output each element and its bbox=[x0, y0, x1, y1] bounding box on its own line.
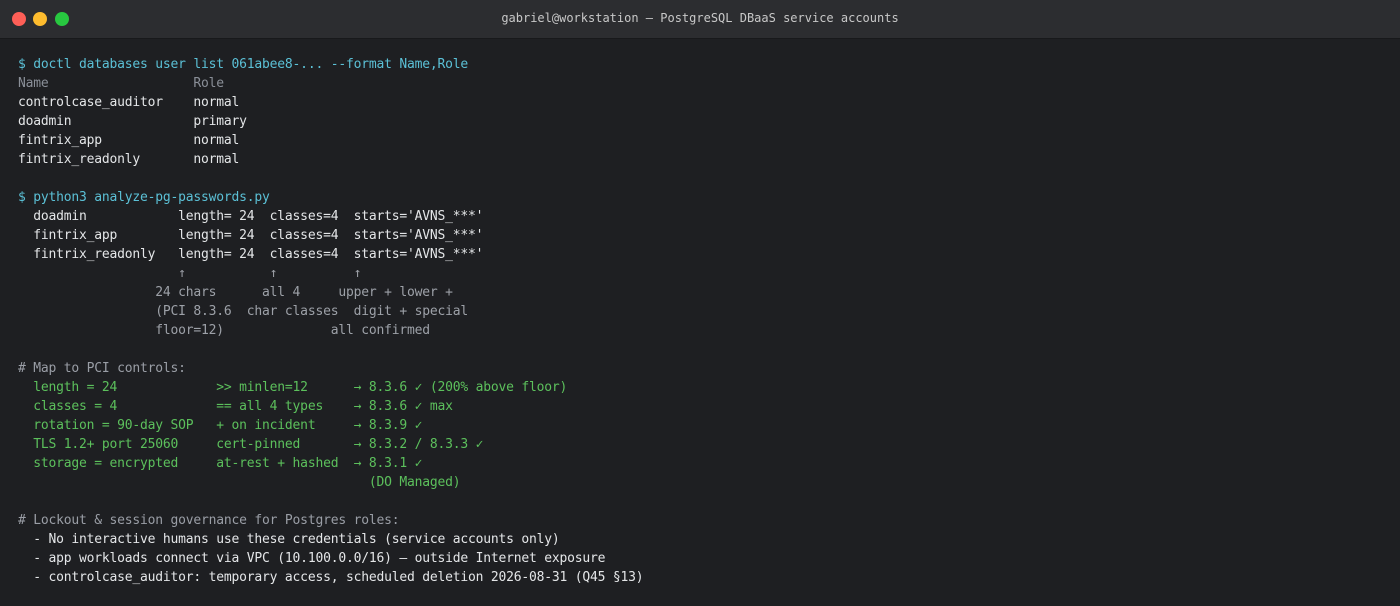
terminal-line: $ python3 analyze-pg-passwords.py bbox=[18, 190, 270, 205]
terminal-line: ↑ ↑ ↑ bbox=[18, 266, 362, 281]
terminal-line: doadmin primary bbox=[18, 114, 247, 129]
terminal-line: controlcase_auditor normal bbox=[18, 95, 240, 110]
terminal-line: $ doctl databases user list 061abee8-...… bbox=[18, 57, 468, 72]
window-title: gabriel@workstation — PostgreSQL DBaaS s… bbox=[501, 11, 899, 25]
terminal-line: fintrix_readonly length= 24 classes=4 st… bbox=[18, 247, 484, 262]
terminal-line: fintrix_app length= 24 classes=4 starts=… bbox=[18, 228, 484, 243]
terminal-line: classes = 4 == all 4 types → 8.3.6 ✓ max bbox=[18, 399, 453, 414]
terminal-line: - controlcase_auditor: temporary access,… bbox=[18, 570, 644, 585]
terminal-line: # Map to PCI controls: bbox=[18, 361, 186, 376]
terminal-line: fintrix_app normal bbox=[18, 133, 240, 148]
terminal-line: TLS 1.2+ port 25060 cert-pinned → 8.3.2 … bbox=[18, 437, 484, 452]
terminal-line: 24 chars all 4 upper + lower + bbox=[18, 285, 453, 300]
terminal-line: (PCI 8.3.6 char classes digit + special bbox=[18, 304, 468, 319]
terminal-line: - No interactive humans use these creden… bbox=[18, 532, 560, 547]
terminal-line: # Lockout & session governance for Postg… bbox=[18, 513, 400, 528]
terminal-line: fintrix_readonly normal bbox=[18, 152, 240, 167]
title-bar: gabriel@workstation — PostgreSQL DBaaS s… bbox=[0, 0, 1400, 39]
terminal-line: Name Role bbox=[18, 76, 224, 91]
terminal-line: doadmin length= 24 classes=4 starts='AVN… bbox=[18, 209, 484, 224]
terminal-line: storage = encrypted at-rest + hashed → 8… bbox=[18, 456, 423, 471]
terminal-output[interactable]: $ doctl databases user list 061abee8-...… bbox=[18, 55, 644, 587]
terminal-line: floor=12) all confirmed bbox=[18, 323, 430, 338]
terminal-line: (DO Managed) bbox=[18, 475, 461, 490]
terminal-line: rotation = 90-day SOP + on incident → 8.… bbox=[18, 418, 423, 433]
terminal-window: gabriel@workstation — PostgreSQL DBaaS s… bbox=[0, 0, 1400, 606]
terminal-line: - app workloads connect via VPC (10.100.… bbox=[18, 551, 606, 566]
terminal-line: length = 24 >> minlen=12 → 8.3.6 ✓ (200%… bbox=[18, 380, 568, 395]
